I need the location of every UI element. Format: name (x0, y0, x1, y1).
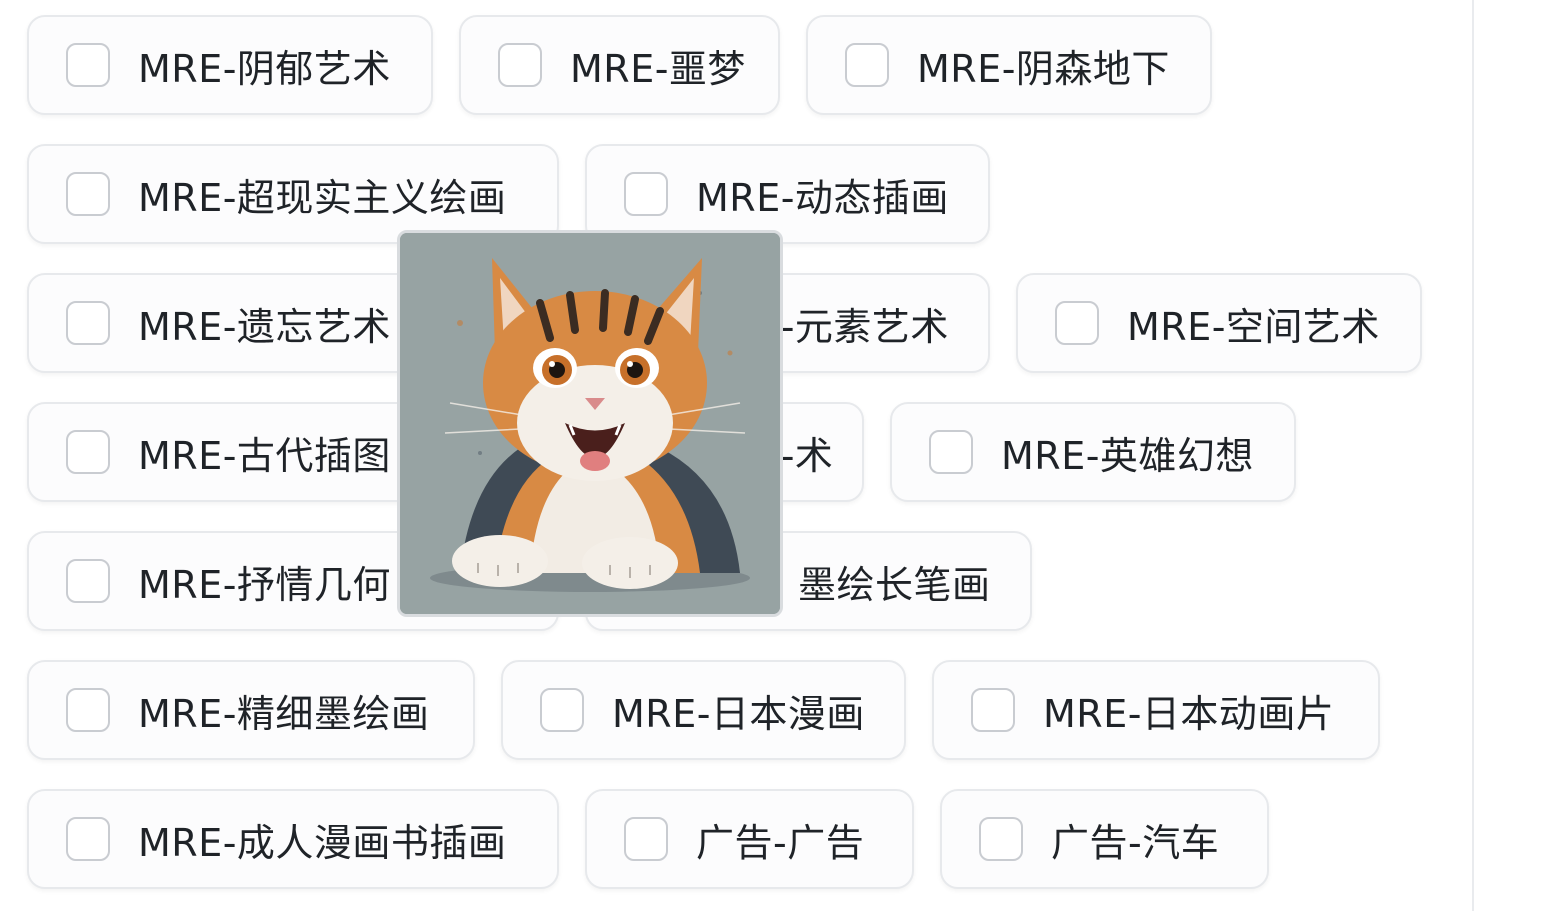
checkbox[interactable] (66, 817, 110, 861)
style-option-label: MRE-日本漫画 (612, 691, 865, 736)
checkbox[interactable] (540, 688, 584, 732)
style-option-chip[interactable]: MRE-古代插图 (27, 402, 433, 502)
checkbox[interactable] (929, 430, 973, 474)
style-option-label: MRE-空间艺术 (1127, 304, 1380, 349)
checkbox[interactable] (66, 559, 110, 603)
style-option-chip[interactable]: MRE-空间艺术 (1016, 273, 1422, 373)
checkbox[interactable] (845, 43, 889, 87)
checkbox[interactable] (66, 430, 110, 474)
style-option-label: MRE-噩梦 (570, 46, 746, 91)
style-option-label: 墨绘长笔画 (798, 562, 991, 607)
style-option-chip[interactable]: MRE-遗忘艺术 (27, 273, 433, 373)
cat-preview-image (400, 233, 780, 614)
style-option-label: MRE-成人漫画书插画 (138, 820, 507, 865)
style-option-chip[interactable]: MRE-阴森地下 (806, 15, 1212, 115)
checkbox[interactable] (498, 43, 542, 87)
checkbox[interactable] (624, 172, 668, 216)
checkbox[interactable] (66, 172, 110, 216)
style-option-label: 广告-广告 (696, 820, 865, 865)
style-option-label: MRE-超现实主义绘画 (138, 175, 507, 220)
style-option-chip[interactable]: MRE-阴郁艺术 (27, 15, 433, 115)
checkbox[interactable] (624, 817, 668, 861)
checkbox[interactable] (66, 43, 110, 87)
checkbox[interactable] (66, 301, 110, 345)
style-option-chip[interactable]: MRE-精细墨绘画 (27, 660, 475, 760)
style-option-label: MRE-古代插图 (138, 433, 391, 478)
style-option-label: MRE-动态插画 (696, 175, 949, 220)
style-option-chip[interactable]: MRE-成人漫画书插画 (27, 789, 559, 889)
style-option-chip[interactable]: MRE-超现实主义绘画 (27, 144, 559, 244)
style-option-label: MRE-抒情几何 (138, 562, 391, 607)
style-option-chip[interactable]: MRE-英雄幻想 (890, 402, 1296, 502)
style-option-label: MRE-阴郁艺术 (138, 46, 391, 91)
checkbox[interactable] (971, 688, 1015, 732)
style-option-chip[interactable]: MRE-动态插画 (585, 144, 990, 244)
panel-divider (1472, 0, 1474, 911)
checkbox[interactable] (66, 688, 110, 732)
checkbox[interactable] (979, 817, 1023, 861)
style-option-label: MRE-日本动画片 (1043, 691, 1335, 736)
style-option-chip[interactable]: MRE-噩梦 (459, 15, 780, 115)
style-option-chip[interactable]: 广告-汽车 (940, 789, 1269, 889)
style-option-label: MRE-精细墨绘画 (138, 691, 430, 736)
style-option-label: MRE-阴森地下 (917, 46, 1170, 91)
style-option-chip[interactable]: 广告-广告 (585, 789, 914, 889)
checkbox[interactable] (1055, 301, 1099, 345)
style-option-chip[interactable]: MRE-日本动画片 (932, 660, 1380, 760)
style-option-label: MRE-英雄幻想 (1001, 433, 1254, 478)
style-preview-popup (397, 230, 783, 617)
style-option-label: MRE-遗忘艺术 (138, 304, 391, 349)
style-option-chip[interactable]: MRE-日本漫画 (501, 660, 906, 760)
style-option-label: 广告-汽车 (1051, 820, 1220, 865)
